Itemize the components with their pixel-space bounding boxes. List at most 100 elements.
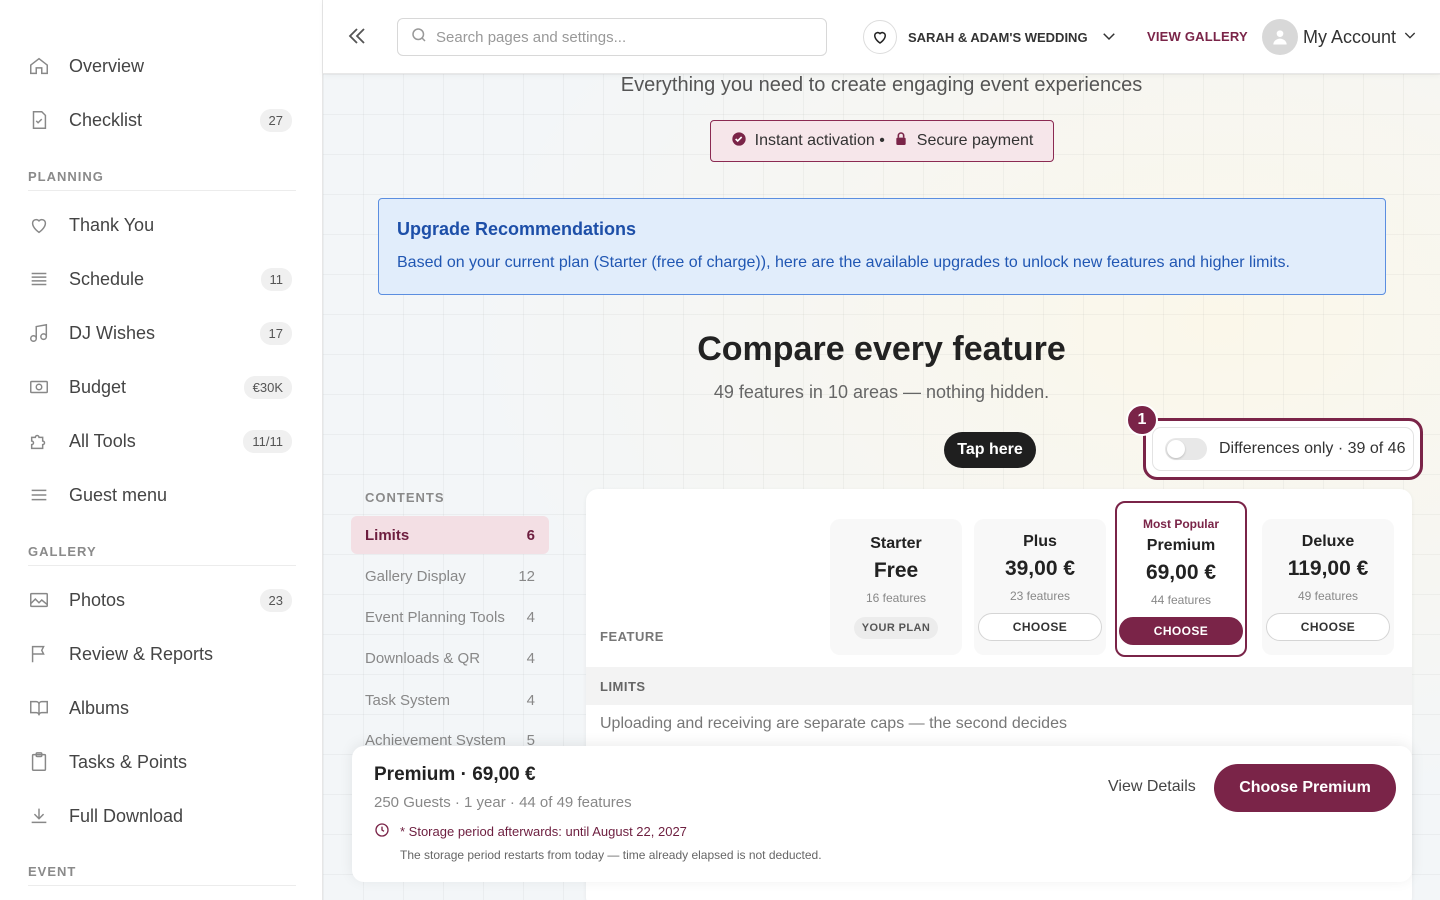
plan-price: 119,00 € xyxy=(1287,557,1369,580)
sidebar-item-overview[interactable]: Overview xyxy=(28,44,292,88)
menu-icon xyxy=(28,484,50,506)
sidebar-item-review-reports[interactable]: Review & Reports xyxy=(28,632,292,676)
sidebar-item-label: Overview xyxy=(69,55,145,76)
clipboard-icon xyxy=(28,751,50,773)
toc-count: 4 xyxy=(526,691,535,709)
download-icon xyxy=(28,805,50,827)
search-icon xyxy=(410,26,428,49)
money-icon xyxy=(28,376,50,398)
home-icon xyxy=(28,55,50,77)
clock-icon xyxy=(374,822,390,841)
sidebar-item-label: Guest menu xyxy=(69,484,168,505)
count-badge: 11/11 xyxy=(243,429,292,453)
most-popular-label: Most Popular xyxy=(1142,517,1219,531)
plan-name: Plus xyxy=(1023,533,1057,550)
sidebar-item-guest-menu[interactable]: Guest menu xyxy=(28,473,292,517)
instant-activation-text: Instant activation • xyxy=(754,132,885,149)
secure-payment-text: Secure payment xyxy=(916,132,1034,149)
sidebar-item-thank-you[interactable]: Thank You xyxy=(28,203,292,247)
sidebar-item-all-tools[interactable]: All Tools 11/11 xyxy=(28,419,292,463)
toc-item-gallery-display[interactable]: Gallery Display 12 xyxy=(351,557,549,595)
toc-count: 12 xyxy=(518,567,535,585)
sidebar-item-label: Review & Reports xyxy=(69,643,214,664)
count-badge: €30K xyxy=(243,375,292,399)
compare-subtitle: 49 features in 10 areas — nothing hidden… xyxy=(713,382,1050,402)
sidebar-item-tasks-points[interactable]: Tasks & Points xyxy=(28,740,292,784)
collapse-sidebar-icon[interactable] xyxy=(345,24,369,48)
toc-count: 6 xyxy=(526,526,535,544)
sidebar-item-label: Thank You xyxy=(69,214,155,235)
book-open-icon xyxy=(28,697,50,719)
event-selector[interactable]: SARAH & ADAM'S WEDDING xyxy=(863,20,1118,54)
toc-item-event-planning-tools[interactable]: Event Planning Tools 4 xyxy=(351,598,549,636)
sidebar-item-full-download[interactable]: Full Download xyxy=(28,794,292,838)
choose-deluxe-button[interactable]: CHOOSE xyxy=(1266,613,1390,641)
flag-icon xyxy=(28,643,50,665)
view-details-link[interactable]: View Details xyxy=(1108,778,1196,796)
tap-here-tooltip[interactable]: Tap here xyxy=(944,432,1036,468)
topbar: SARAH & ADAM'S WEDDING VIEW GALLERY My A… xyxy=(323,0,1440,74)
differences-toggle[interactable]: Differences only · 39 of 46 xyxy=(1152,427,1414,471)
toc-count: 4 xyxy=(526,649,535,667)
sidebar-item-label: Schedule xyxy=(69,268,145,289)
image-icon xyxy=(28,589,50,611)
avatar xyxy=(1262,19,1298,55)
differences-toggle-highlight: Differences only · 39 of 46 xyxy=(1143,418,1423,480)
sidebar-item-checklist[interactable]: Checklist 27 xyxy=(28,98,292,142)
section-heading-planning: PLANNING xyxy=(28,169,296,191)
search-box[interactable] xyxy=(397,18,827,56)
count-badge: 11 xyxy=(260,267,292,291)
upgrade-recommendations: Upgrade Recommendations Based on your cu… xyxy=(378,198,1386,295)
search-input[interactable] xyxy=(436,28,806,46)
plan-starter: Starter Free 16 features YOUR PLAN xyxy=(830,519,962,655)
plan-price: Free xyxy=(873,559,919,582)
puzzle-icon xyxy=(28,430,50,452)
storage-period-text: * Storage period afterwards: until Augus… xyxy=(400,824,687,839)
lock-icon xyxy=(893,131,909,152)
plan-name: Premium xyxy=(1146,537,1216,554)
account-menu[interactable]: My Account xyxy=(1262,19,1418,55)
trust-pill: Instant activation • Secure payment xyxy=(710,120,1054,162)
plan-premium: Most Popular Premium 69,00 € 44 features… xyxy=(1115,501,1247,657)
account-label: My Account xyxy=(1303,26,1397,47)
sidebar-item-dj-wishes[interactable]: DJ Wishes 17 xyxy=(28,311,292,355)
toc-item-limits[interactable]: Limits 6 xyxy=(351,516,549,554)
choose-premium-button[interactable]: CHOOSE xyxy=(1119,617,1243,645)
plan-price: 39,00 € xyxy=(1004,557,1076,580)
plan-features: 44 features xyxy=(1150,593,1212,607)
storage-period: * Storage period afterwards: until Augus… xyxy=(374,822,687,841)
sidebar-item-schedule[interactable]: Schedule 11 xyxy=(28,257,292,301)
sidebar-item-photos[interactable]: Photos 23 xyxy=(28,578,292,622)
count-badge: 23 xyxy=(259,588,292,612)
limits-note: Uploading and receiving are separate cap… xyxy=(600,715,1067,732)
choose-premium-cta[interactable]: Choose Premium xyxy=(1214,764,1396,812)
sidebar-item-label: Tasks & Points xyxy=(69,751,188,772)
storage-note: The storage period restarts from today —… xyxy=(400,848,822,862)
selected-plan-title: Premium · 69,00 € xyxy=(374,764,536,785)
tagline: Everything you need to create engaging e… xyxy=(620,74,1143,96)
feature-column-header: FEATURE xyxy=(600,629,664,644)
toc-label: Gallery Display xyxy=(365,567,466,585)
toc-label: Task System xyxy=(365,691,451,709)
plan-price: 69,00 € xyxy=(1145,561,1217,584)
sidebar: Overview Checklist 27 PLANNING Thank You… xyxy=(0,0,323,900)
plan-name: Starter xyxy=(870,535,922,552)
sidebar-item-budget[interactable]: Budget €30K xyxy=(28,365,292,409)
compare-title: Compare every feature xyxy=(697,330,1066,368)
list-icon xyxy=(28,268,50,290)
toggle-switch[interactable] xyxy=(1165,438,1207,460)
differences-label: Differences only · 39 of 46 xyxy=(1219,440,1406,457)
toc-item-task-system[interactable]: Task System 4 xyxy=(351,681,549,719)
sidebar-item-label: All Tools xyxy=(69,430,136,451)
sidebar-item-label: Albums xyxy=(69,697,130,718)
sidebar-item-label: Checklist xyxy=(69,109,143,130)
choose-plus-button[interactable]: CHOOSE xyxy=(978,613,1102,641)
view-gallery-link[interactable]: VIEW GALLERY xyxy=(1147,29,1248,44)
sidebar-item-albums[interactable]: Albums xyxy=(28,686,292,730)
sidebar-item-label: Photos xyxy=(69,589,126,610)
selected-plan-bar: Premium · 69,00 € 250 Guests · 1 year · … xyxy=(352,746,1412,882)
toc-item-downloads-qr[interactable]: Downloads & QR 4 xyxy=(351,639,549,677)
sidebar-item-label: Budget xyxy=(69,376,127,397)
check-circle-icon xyxy=(731,131,747,152)
document-check-icon xyxy=(28,109,50,131)
